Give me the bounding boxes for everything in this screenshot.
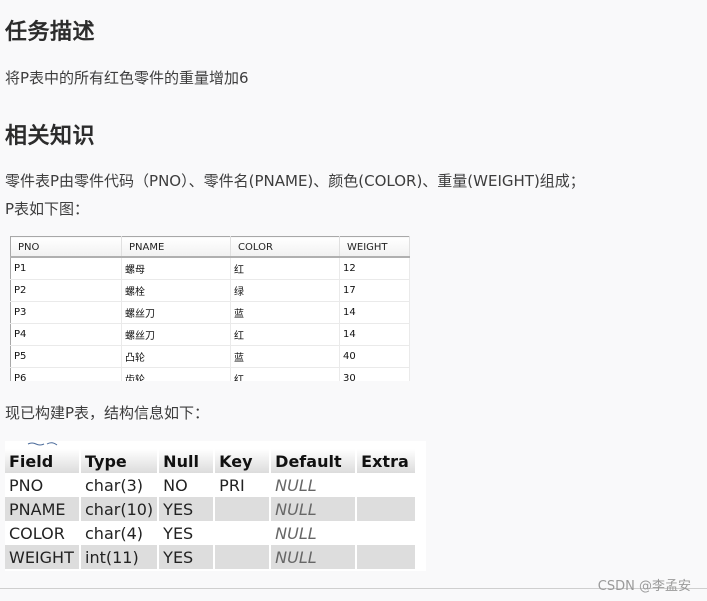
cell-type: int(11): [81, 545, 158, 569]
cell-color: 蓝: [230, 301, 340, 324]
cell-key: [215, 545, 270, 569]
structure-header-extra: Extra: [357, 449, 415, 473]
p-table-header-row: PNO PNAME COLOR WEIGHT: [10, 236, 410, 258]
p-table-header-pname: PNAME: [121, 236, 231, 258]
cell-color: 绿: [230, 279, 340, 302]
knowledge-heading: 相关知识: [5, 124, 96, 149]
cell-field: PNO: [9, 475, 44, 495]
cell-key: [215, 521, 269, 545]
cell-extra: [357, 521, 415, 545]
cell-pno: P5: [10, 345, 122, 368]
cell-extra: [357, 545, 415, 569]
cell-pno: P4: [10, 323, 122, 346]
cell-default: NULL: [275, 475, 317, 495]
knowledge-line-1: 零件表P由零件代码（PNO）、零件名(PNAME)、颜色(COLOR)、重量(W…: [5, 172, 585, 190]
cell-key: PRI: [219, 475, 245, 495]
cell-key: [215, 497, 270, 521]
cell-type: char(4): [85, 523, 143, 543]
p-table-row: P6 齿轮 红 30: [10, 367, 410, 381]
p-table-row: P2 螺栓 绿 17: [10, 279, 410, 302]
p-table-row: P1 螺母 红 12: [10, 257, 410, 280]
cell-null: YES: [163, 523, 194, 543]
p-table-header-color: COLOR: [230, 236, 340, 258]
cell-pno: P2: [10, 279, 122, 302]
cell-pname: 螺母: [121, 257, 231, 280]
cell-extra: [357, 497, 415, 521]
p-table-row: P4 螺丝刀 红 14: [10, 323, 410, 346]
cell-type: char(3): [85, 475, 143, 495]
cell-pname: 螺栓: [121, 279, 231, 302]
structure-table-image: Field Type Null Key Default Extra PNO ch…: [5, 441, 426, 571]
cell-weight: 30: [339, 367, 410, 381]
cell-pno: P3: [10, 301, 122, 324]
structure-header-key: Key: [215, 449, 270, 473]
cell-color: 红: [230, 367, 340, 381]
structure-header-type: Type: [81, 449, 158, 473]
cell-weight: 40: [339, 345, 410, 368]
structure-table-row: PNAME char(10) YES NULL: [5, 497, 415, 521]
structure-header-field: Field: [5, 449, 79, 473]
p-table-row: P3 螺丝刀 蓝 14: [10, 301, 410, 324]
p-table-header-weight: WEIGHT: [339, 236, 410, 258]
cell-default: NULL: [275, 523, 317, 543]
csdn-watermark: CSDN @李孟安: [597, 579, 691, 594]
cropped-text-fragment-icon: [27, 442, 58, 446]
structure-header-null: Null: [159, 449, 214, 473]
cell-default: NULL: [271, 497, 356, 521]
cell-color: 红: [230, 323, 340, 346]
cell-field: COLOR: [9, 523, 65, 543]
structure-table-row: WEIGHT int(11) YES NULL: [5, 545, 415, 569]
cell-default: NULL: [271, 545, 356, 569]
cell-color: 红: [230, 257, 340, 280]
cell-pname: 凸轮: [121, 345, 231, 368]
p-table-header-pno: PNO: [10, 236, 122, 258]
p-table-image: PNO PNAME COLOR WEIGHT P1 螺母 红 12 P2 螺栓 …: [10, 236, 410, 381]
cell-null: YES: [159, 497, 214, 521]
cell-pno: P6: [10, 367, 122, 381]
cell-field: PNAME: [5, 497, 79, 521]
structure-table-row: PNO char(3) NO PRI NULL: [5, 473, 415, 497]
cell-pno: P1: [10, 257, 122, 280]
p-table-row: P5 凸轮 蓝 40: [10, 345, 410, 368]
cell-color: 蓝: [230, 345, 340, 368]
cell-weight: 17: [339, 279, 410, 302]
cell-pname: 螺丝刀: [121, 301, 231, 324]
p-table: PNO PNAME COLOR WEIGHT P1 螺母 红 12 P2 螺栓 …: [10, 236, 410, 381]
structure-table: Field Type Null Key Default Extra PNO ch…: [5, 449, 417, 569]
cell-extra: [357, 473, 415, 497]
task-description: 将P表中的所有红色零件的重量增加6: [5, 69, 249, 87]
cell-weight: 14: [339, 301, 410, 324]
cell-pname: 螺丝刀: [121, 323, 231, 346]
knowledge-line-2: P表如下图：: [5, 200, 90, 218]
knowledge-line-3: 现已构建P表，结构信息如下：: [5, 404, 210, 422]
structure-table-header-row: Field Type Null Key Default Extra: [5, 449, 415, 473]
structure-header-default: Default: [271, 449, 356, 473]
cell-weight: 12: [339, 257, 410, 280]
cell-field: WEIGHT: [5, 545, 79, 569]
cell-null: NO: [163, 475, 188, 495]
cell-weight: 14: [339, 323, 410, 346]
structure-table-row: COLOR char(4) YES NULL: [5, 521, 415, 545]
cell-null: YES: [159, 545, 214, 569]
task-heading: 任务描述: [5, 20, 96, 45]
cell-type: char(10): [81, 497, 158, 521]
cell-pname: 齿轮: [121, 367, 231, 381]
